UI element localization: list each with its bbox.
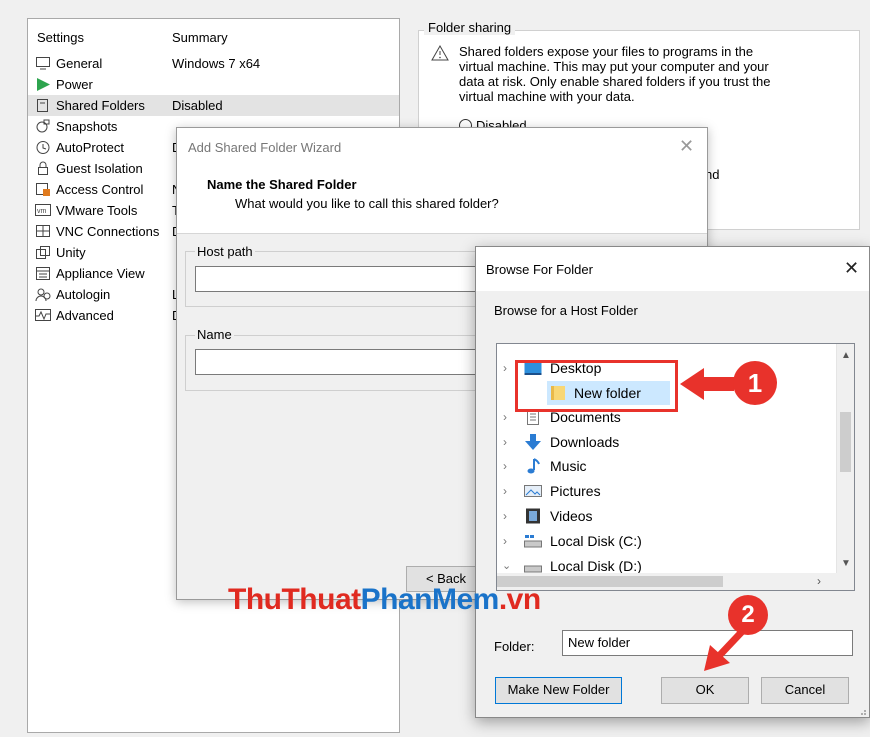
folder-sharing-title: Folder sharing [424, 20, 516, 35]
chevron-down-icon[interactable]: ⌄ [502, 560, 514, 572]
name-input[interactable] [195, 349, 495, 375]
watermark: ThuThuatPhanMem.vn [228, 583, 541, 617]
drive-d-icon [524, 565, 542, 573]
settings-row-general[interactable]: General Windows 7 x64 [28, 53, 399, 74]
folder-sharing-warning: Shared folders expose your files to prog… [459, 44, 771, 104]
wizard-close-icon[interactable]: ✕ [679, 136, 694, 157]
browse-close-icon[interactable]: ✕ [844, 258, 859, 279]
highlight-box [515, 360, 678, 412]
tree-item-label: Pictures [550, 483, 601, 499]
wizard-heading: Name the Shared Folder [207, 177, 357, 192]
settings-row-label: VNC Connections [56, 224, 160, 239]
settings-row-value: Windows 7 x64 [172, 56, 261, 71]
chevron-right-icon[interactable]: › [503, 535, 515, 547]
videos-icon [526, 508, 540, 524]
downloads-icon [525, 434, 541, 450]
tree-item-label: Local Disk (C:) [550, 533, 642, 549]
settings-row-label: AutoProtect [56, 140, 124, 155]
browse-for-folder-dialog: Browse For Folder ✕ Browse for a Host Fo… [475, 246, 870, 718]
svg-text:vm: vm [37, 208, 47, 215]
summary-column-header: Summary [172, 30, 228, 45]
tree-item-label: Downloads [550, 434, 620, 450]
clock-icon [36, 141, 50, 154]
browse-title: Browse For Folder [486, 262, 593, 277]
make-new-folder-button[interactable]: Make New Folder [495, 677, 622, 704]
settings-row-label: Unity [56, 245, 86, 260]
pictures-icon [524, 485, 542, 497]
vm-icon: vm [35, 204, 51, 216]
settings-row-label: Power [56, 77, 93, 92]
ok-button[interactable]: OK [661, 677, 749, 704]
vnc-icon [36, 225, 50, 237]
monitor-icon [36, 57, 50, 70]
name-label: Name [195, 327, 234, 342]
settings-row-label: General [56, 56, 103, 71]
host-path-label: Host path [195, 244, 255, 259]
tree-item-label: Music [550, 458, 587, 474]
step-badge-2: 2 [728, 595, 768, 635]
browse-titlebar: Browse For Folder ✕ [476, 247, 869, 291]
advanced-icon [35, 309, 51, 321]
settings-row-label: Snapshots [56, 119, 118, 134]
chevron-right-icon[interactable]: › [503, 510, 515, 522]
chevron-right-icon[interactable]: › [503, 411, 515, 423]
scroll-right-icon[interactable]: › [817, 574, 821, 588]
scroll-down-icon[interactable]: ▼ [841, 558, 851, 569]
tree-item-label: Videos [550, 508, 593, 524]
settings-row-value: Disabled [172, 98, 223, 113]
wizard-titlebar: Add Shared Folder Wizard ✕ [177, 128, 707, 166]
settings-row-label: Advanced [56, 308, 114, 323]
unity-icon [36, 246, 50, 259]
vertical-scrollbar[interactable]: ▲ ▼ [836, 344, 854, 573]
settings-row-label: Guest Isolation [56, 161, 143, 176]
watermark-part2: PhanMem [360, 583, 500, 616]
size-grip-icon[interactable] [857, 706, 867, 716]
watermark-part3: .vn [498, 583, 541, 616]
folder-label: Folder: [494, 639, 535, 654]
access-control-icon [36, 183, 50, 196]
lock-icon [38, 161, 48, 175]
scroll-up-icon[interactable]: ▲ [841, 350, 851, 361]
settings-row-label: VMware Tools [56, 203, 138, 218]
chevron-right-icon[interactable]: › [503, 485, 515, 497]
watermark-part1: ThuThuat [228, 583, 361, 616]
wizard-subheading: What would you like to call this shared … [235, 196, 499, 211]
chevron-right-icon[interactable]: › [503, 460, 515, 472]
tree-item-music[interactable]: › Music [497, 454, 837, 478]
settings-row-label: Appliance View [56, 266, 145, 281]
chevron-right-icon[interactable]: › [503, 362, 515, 374]
warning-icon [431, 45, 449, 61]
settings-row-power[interactable]: Power [28, 74, 399, 95]
appliance-view-icon [36, 267, 50, 280]
host-path-input[interactable] [195, 266, 495, 292]
settings-row-label: Autologin [56, 287, 111, 302]
tree-item-label: Local Disk (D:) [550, 558, 642, 574]
wizard-header: Name the Shared Folder What would you li… [177, 166, 707, 234]
shared-folder-icon [37, 99, 48, 112]
music-icon [527, 458, 540, 474]
settings-row-shared-folders[interactable]: Shared Folders Disabled [28, 95, 399, 116]
tree-item-videos[interactable]: › Videos [497, 504, 837, 528]
settings-row-label: Access Control [56, 182, 144, 197]
tree-item-pictures[interactable]: › Pictures [497, 479, 837, 503]
wizard-title: Add Shared Folder Wizard [188, 140, 342, 155]
snapshot-icon [36, 119, 50, 133]
browse-prompt: Browse for a Host Folder [494, 303, 638, 318]
chevron-right-icon[interactable]: › [503, 436, 515, 448]
drive-c-icon [524, 535, 542, 548]
play-icon [37, 78, 50, 91]
tree-item-local-disk-c[interactable]: › Local Disk (C:) [497, 529, 837, 553]
autologin-icon [35, 288, 51, 302]
settings-row-label: Shared Folders [56, 98, 145, 113]
settings-column-header: Settings [37, 30, 84, 45]
cancel-button[interactable]: Cancel [761, 677, 849, 704]
tree-item-downloads[interactable]: › Downloads [497, 430, 837, 454]
horizontal-scrollbar[interactable]: › [497, 573, 854, 590]
step-badge-1: 1 [733, 361, 777, 405]
scrollbar-thumb[interactable] [840, 412, 851, 472]
